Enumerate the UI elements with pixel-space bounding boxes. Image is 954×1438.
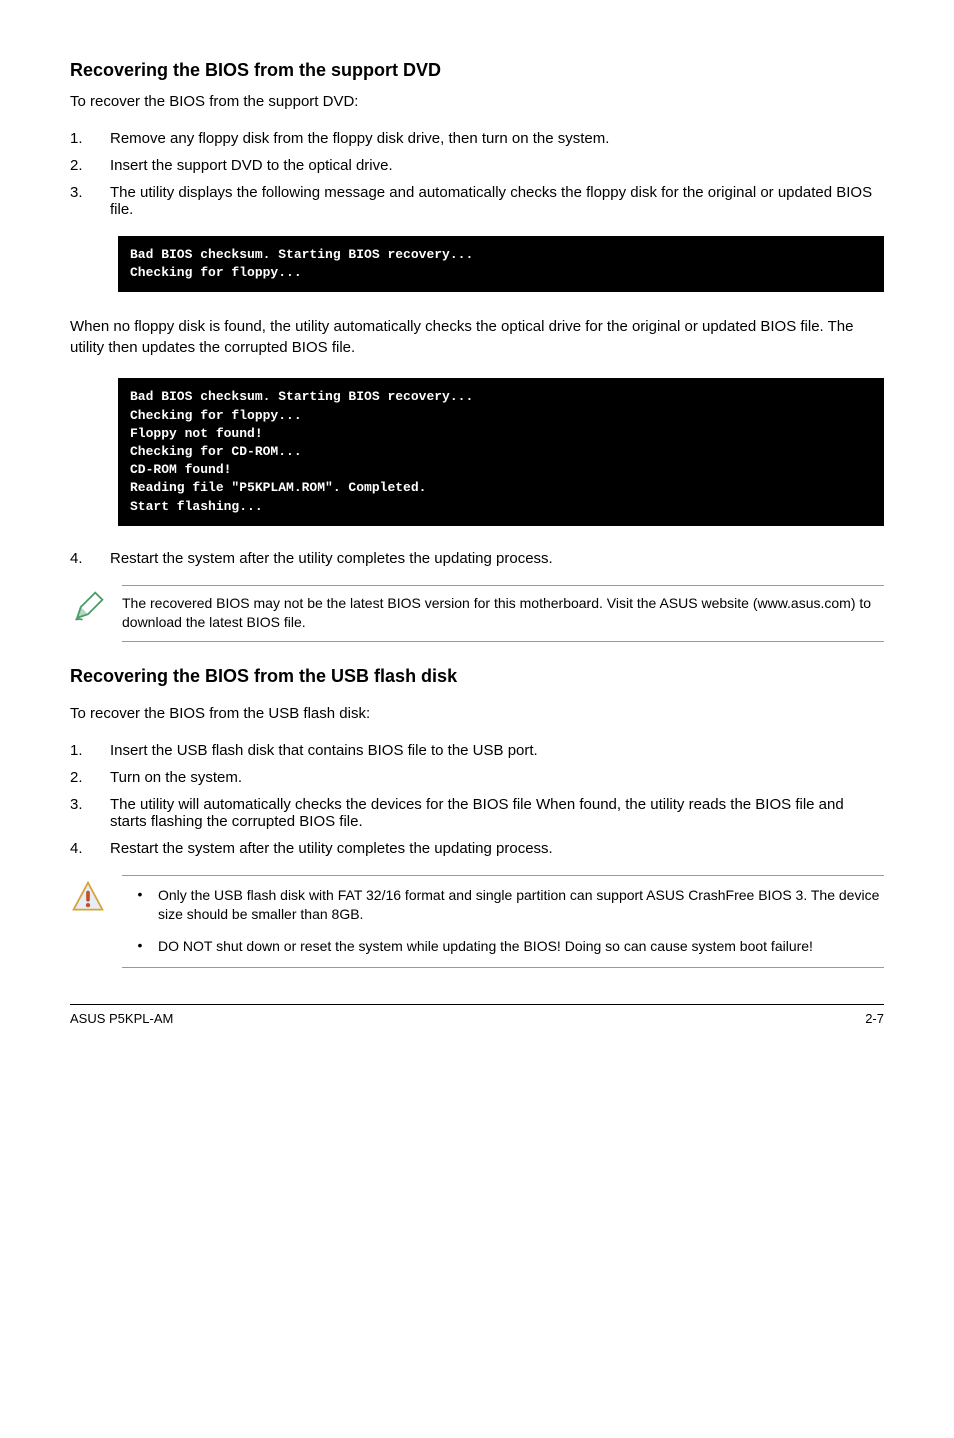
list-item: 4.Restart the system after the utility c… bbox=[70, 840, 884, 857]
bullet: • bbox=[122, 937, 158, 957]
paragraph: When no floppy disk is found, the utilit… bbox=[70, 316, 884, 358]
step-text: Insert the USB flash disk that contains … bbox=[110, 742, 884, 759]
section-lead: To recover the BIOS from the USB flash d… bbox=[70, 705, 884, 722]
step-text: The utility will automatically checks th… bbox=[110, 796, 884, 830]
code-block: Bad BIOS checksum. Starting BIOS recover… bbox=[118, 378, 884, 525]
step-number: 1. bbox=[70, 130, 110, 147]
footer-left: ASUS P5KPL-AM bbox=[70, 1011, 173, 1026]
steps-list-2: 1.Insert the USB flash disk that contain… bbox=[70, 742, 884, 857]
warning-item: •DO NOT shut down or reset the system wh… bbox=[122, 937, 884, 957]
step-number: 4. bbox=[70, 840, 110, 857]
step-text: The utility displays the following messa… bbox=[110, 184, 884, 218]
list-item: 4.Restart the system after the utility c… bbox=[70, 550, 884, 567]
section-lead: To recover the BIOS from the support DVD… bbox=[70, 93, 884, 110]
bullet: • bbox=[122, 886, 158, 925]
step-text: Restart the system after the utility com… bbox=[110, 840, 884, 857]
warning-callout: •Only the USB flash disk with FAT 32/16 … bbox=[70, 875, 884, 968]
section-heading: Recovering the BIOS from the support DVD bbox=[70, 60, 884, 81]
list-item: 2.Turn on the system. bbox=[70, 769, 884, 786]
note-callout: The recovered BIOS may not be the latest… bbox=[70, 585, 884, 642]
step-number: 2. bbox=[70, 769, 110, 786]
section-heading: Recovering the BIOS from the USB flash d… bbox=[70, 666, 884, 687]
step-text: Remove any floppy disk from the floppy d… bbox=[110, 130, 884, 147]
step-text: Turn on the system. bbox=[110, 769, 884, 786]
pen-icon bbox=[70, 585, 122, 630]
steps-list-1b: 4.Restart the system after the utility c… bbox=[70, 550, 884, 567]
warning-text: Only the USB flash disk with FAT 32/16 f… bbox=[158, 886, 884, 925]
step-number: 1. bbox=[70, 742, 110, 759]
step-text: Insert the support DVD to the optical dr… bbox=[110, 157, 884, 174]
step-number: 3. bbox=[70, 796, 110, 830]
step-number: 2. bbox=[70, 157, 110, 174]
steps-list-1: 1.Remove any floppy disk from the floppy… bbox=[70, 130, 884, 218]
list-item: 1.Remove any floppy disk from the floppy… bbox=[70, 130, 884, 147]
note-text: The recovered BIOS may not be the latest… bbox=[122, 585, 884, 642]
warning-item: •Only the USB flash disk with FAT 32/16 … bbox=[122, 886, 884, 925]
step-text: Restart the system after the utility com… bbox=[110, 550, 884, 567]
warning-icon bbox=[70, 875, 122, 920]
page-footer: ASUS P5KPL-AM 2-7 bbox=[70, 1004, 884, 1026]
step-number: 3. bbox=[70, 184, 110, 218]
list-item: 3.The utility displays the following mes… bbox=[70, 184, 884, 218]
list-item: 2.Insert the support DVD to the optical … bbox=[70, 157, 884, 174]
footer-right: 2-7 bbox=[865, 1011, 884, 1026]
list-item: 3.The utility will automatically checks … bbox=[70, 796, 884, 830]
warning-text: DO NOT shut down or reset the system whi… bbox=[158, 937, 884, 957]
list-item: 1.Insert the USB flash disk that contain… bbox=[70, 742, 884, 759]
warning-content: •Only the USB flash disk with FAT 32/16 … bbox=[122, 875, 884, 968]
code-block: Bad BIOS checksum. Starting BIOS recover… bbox=[118, 236, 884, 292]
step-number: 4. bbox=[70, 550, 110, 567]
